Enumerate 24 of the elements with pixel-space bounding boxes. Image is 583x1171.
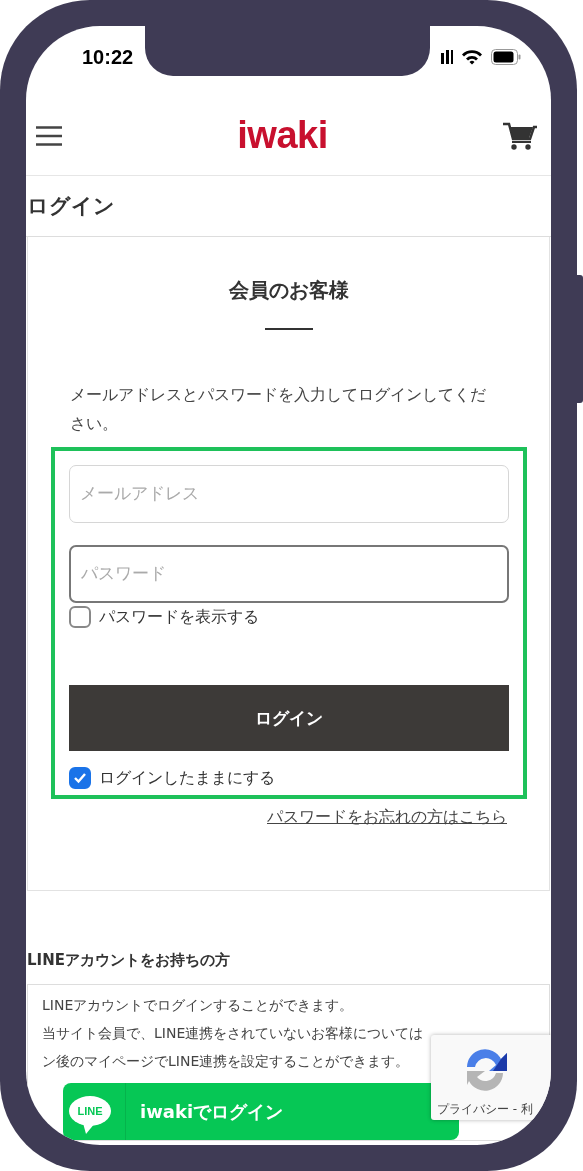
logo[interactable]: iwaki xyxy=(237,114,328,157)
status-time: 10:22 xyxy=(82,45,134,69)
login-button[interactable]: ログイン xyxy=(68,685,509,751)
checkbox-icon[interactable] xyxy=(68,767,91,789)
page-title: ログイン xyxy=(26,176,551,237)
wifi-icon xyxy=(461,49,483,65)
line-section-heading: LINEアカウントをお持ちの方 xyxy=(27,951,231,970)
info-text: ン後のマイページでLINE連携を設定することができます。 xyxy=(42,1052,411,1071)
input-field[interactable]: パスワード xyxy=(68,545,509,603)
recaptcha-badge[interactable]: プライバシー - 利 xyxy=(431,1035,551,1120)
cart-icon[interactable] xyxy=(503,120,537,151)
checkbox-label: パスワードを表示する xyxy=(98,606,259,628)
checkbox-icon[interactable] xyxy=(68,606,91,628)
info-text: 当サイト会員で、LINE連携をされていないお客様については xyxy=(42,1024,425,1043)
info-text: LINEアカウントでログインすることができます。 xyxy=(42,996,355,1015)
section-heading: 会員のお客様 xyxy=(228,277,349,304)
show-password-checkbox[interactable]: パスワードを表示する xyxy=(68,606,509,628)
checkbox-label: ログインしたままにする xyxy=(98,767,275,789)
instructions-text: メールアドレスとパスワードを入力してログインしてください。 xyxy=(70,384,487,435)
menu-icon[interactable] xyxy=(36,125,62,146)
forgot-password-link[interactable]: パスワードをお忘れの方はこちら xyxy=(267,807,507,828)
battery-icon xyxy=(491,49,521,65)
signal-icon xyxy=(441,50,453,64)
remember-checkbox[interactable]: ログインしたままにする xyxy=(68,767,509,789)
